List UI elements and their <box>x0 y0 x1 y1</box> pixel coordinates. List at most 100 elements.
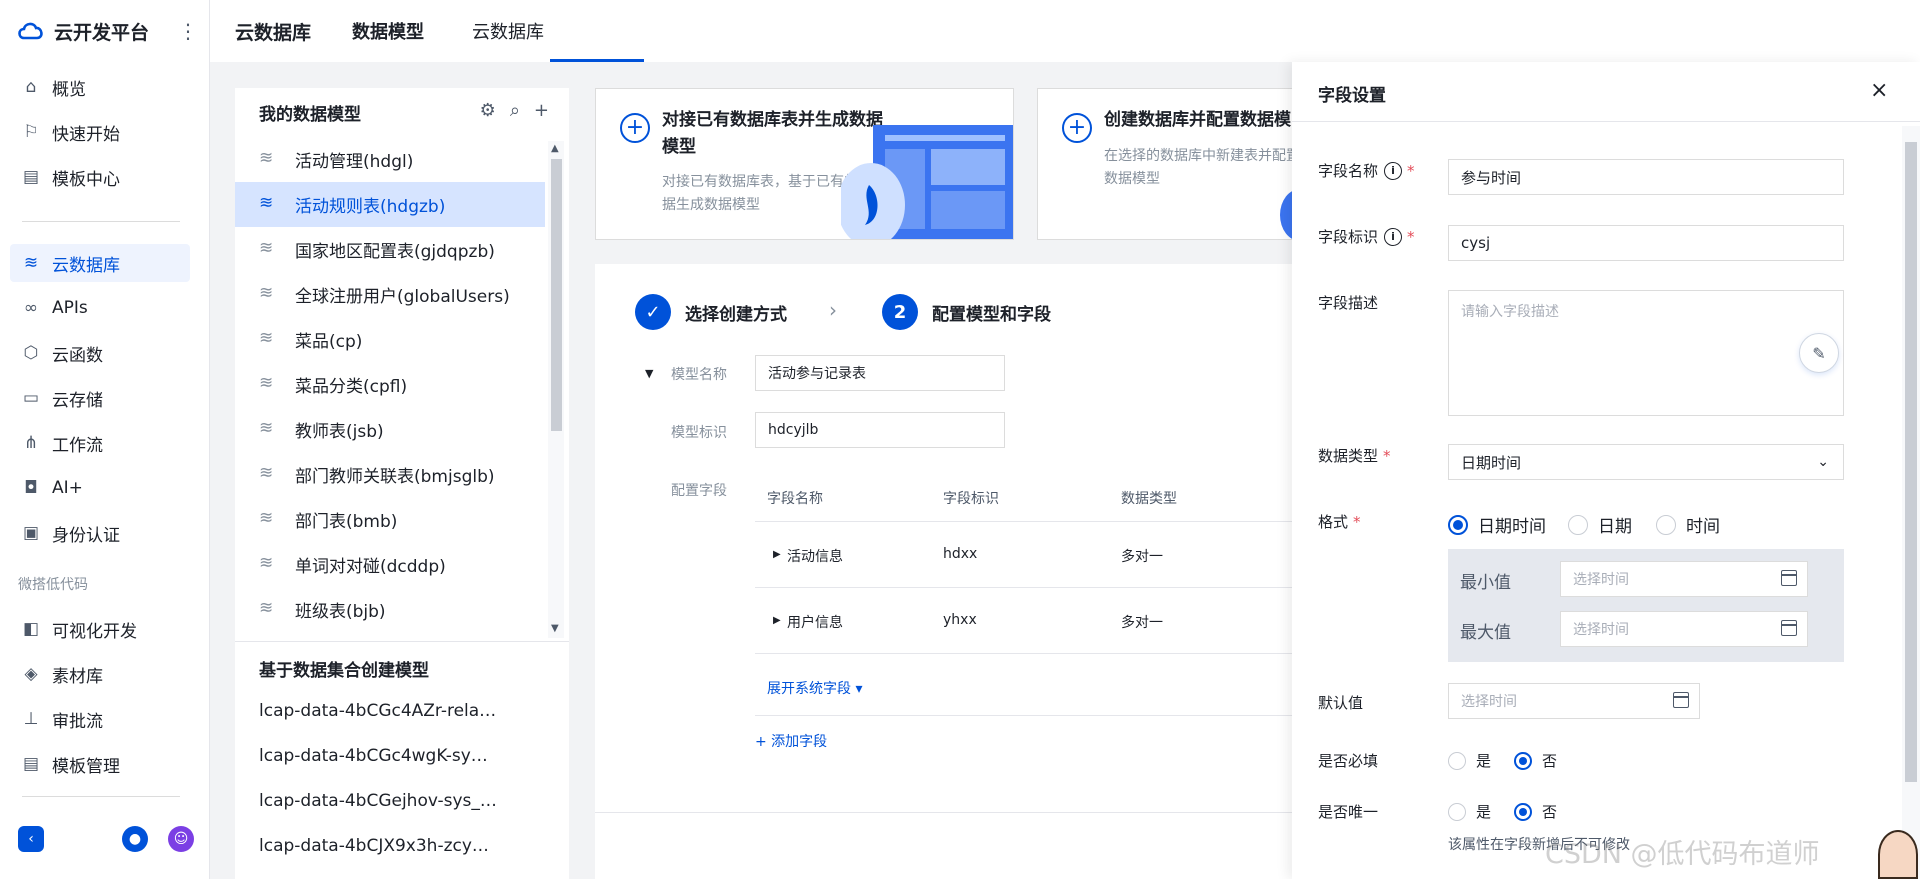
collapse-nav-icon[interactable]: ‹ <box>18 826 44 852</box>
database-icon: ≋ <box>259 417 274 438</box>
field-desc-textarea[interactable]: 请输入字段描述 ✎ <box>1448 290 1844 416</box>
caret-down-icon[interactable]: ▼ <box>645 367 653 380</box>
nav-item-quickstart[interactable]: ⚐ 快速开始 <box>10 113 190 151</box>
brand[interactable]: 云开发平台 <box>16 18 149 44</box>
column-header: 字段标识 <box>943 491 999 507</box>
model-id-input[interactable]: hdcyjlb <box>755 412 1005 448</box>
model-list-panel: 我的数据模型 ⚙ ⌕ + ≋ 活动管理(hdgl) ≋ 活动规则表(hdgzb) ≋… <box>235 88 569 879</box>
field-name-label: 字段名称 i * <box>1318 161 1415 180</box>
add-field-link[interactable]: + 添加字段 <box>755 731 827 751</box>
nav-item-assets[interactable]: ◈ 素材库 <box>10 655 190 693</box>
list-item[interactable]: ≋ 部门表(bmb) <box>235 497 545 542</box>
chevron-right-icon: › <box>829 298 837 322</box>
expand-row-icon[interactable]: ▶ <box>773 549 781 560</box>
info-icon[interactable]: i <box>1384 161 1403 180</box>
list-item[interactable]: ≋ 教师表(jsb) <box>235 407 545 452</box>
unique-radio-yes[interactable]: 是 <box>1448 801 1491 822</box>
expand-system-fields-link[interactable]: 展开系统字段 ▾ <box>767 678 862 698</box>
database-icon: ≋ <box>259 282 274 303</box>
nav-divider <box>22 221 180 222</box>
user-icon[interactable]: ● <box>122 826 148 852</box>
table-row[interactable]: ▶ 用户信息 yhxx 多对一 <box>755 588 1295 654</box>
fields-label: 配置字段 <box>671 483 727 499</box>
calendar-icon[interactable] <box>1673 692 1689 708</box>
nav-item-ai[interactable]: ◘ AI+ <box>10 469 190 507</box>
nav-item-database[interactable]: ≋ 云数据库 <box>10 244 190 282</box>
scroll-down-icon[interactable]: ▼ <box>551 623 559 634</box>
database-icon: ≋ <box>259 327 274 348</box>
min-time-input[interactable]: 选择时间 <box>1560 561 1808 597</box>
settings-icon[interactable]: ⚙ <box>480 100 496 121</box>
nav-item-approval[interactable]: ⊥ 审批流 <box>10 700 190 738</box>
scrollbar-thumb[interactable] <box>551 159 562 431</box>
list-item[interactable]: ≋ 全球注册用户(globalUsers) <box>235 272 545 317</box>
close-icon[interactable]: × <box>1870 78 1888 103</box>
list-item[interactable]: ≋ 国家地区配置表(gjdqpzb) <box>235 227 545 272</box>
nav-item-overview[interactable]: ⌂ 概览 <box>10 68 190 106</box>
list-item[interactable]: ≋ 活动管理(hdgl) <box>235 137 545 182</box>
step-2-number: 2 <box>882 294 918 330</box>
nav-item-workflow[interactable]: ⋔ 工作流 <box>10 424 190 462</box>
table-row[interactable]: ▶ 活动信息 hdxx 多对一 <box>755 522 1295 588</box>
magic-wand-icon[interactable]: ✎ <box>1799 333 1839 373</box>
check-icon: ✓ <box>635 294 671 330</box>
card-connect-existing[interactable]: + 对接已有数据库表并生成数据模型 对接已有数据库表，基于已有的数据生成数据模型 <box>595 88 1014 240</box>
calendar-icon[interactable] <box>1781 570 1797 586</box>
field-name-input[interactable]: 参与时间 <box>1448 159 1844 195</box>
drawer-scrollbar[interactable] <box>1902 126 1920 879</box>
list-item[interactable]: ≋ 菜品分类(cpfl) <box>235 362 545 407</box>
divider <box>235 641 569 642</box>
dataset-item[interactable]: lcap-data-4bCGejhov-sys_… <box>259 791 497 811</box>
max-time-input[interactable]: 选择时间 <box>1560 611 1808 647</box>
workflow-icon: ⋔ <box>23 433 39 453</box>
fields-table-header: 字段名称 字段标识 数据类型 <box>755 472 1295 522</box>
format-radio-date[interactable]: 日期 <box>1568 512 1632 537</box>
unique-radio-no[interactable]: 否 <box>1514 801 1557 822</box>
nav-item-apis[interactable]: ∞ APIs <box>10 289 190 327</box>
required-mark: * <box>1383 446 1391 465</box>
nav-item-templates[interactable]: ▤ 模板中心 <box>10 158 190 196</box>
id-card-icon: ▣ <box>22 523 40 543</box>
column-header: 数据类型 <box>1121 491 1177 507</box>
nav-item-functions[interactable]: ⬡ 云函数 <box>10 334 190 372</box>
model-list-scrollbar[interactable]: ▲ ▼ <box>548 141 564 638</box>
expand-row-icon[interactable]: ▶ <box>773 615 781 626</box>
required-label: 是否必填 <box>1318 752 1379 770</box>
dataset-item[interactable]: lcap-data-4bCGc4wgK-sy… <box>259 746 488 766</box>
more-icon[interactable]: ⋮ <box>178 19 198 43</box>
nav-item-auth[interactable]: ▣ 身份认证 <box>10 514 190 552</box>
dataset-item[interactable]: lcap-data-4bCGc4AZr-rela… <box>259 701 496 721</box>
add-icon[interactable]: + <box>534 100 549 121</box>
nav-item-storage[interactable]: ▭ 云存储 <box>10 379 190 417</box>
calendar-icon[interactable] <box>1781 620 1797 636</box>
dataset-item[interactable]: lcap-data-4bCJX9x3h-zcy… <box>259 836 489 856</box>
format-radio-time[interactable]: 时间 <box>1656 512 1720 537</box>
nav-section-lowcode: 微搭低代码 <box>18 577 88 593</box>
list-item[interactable]: ≋ 菜品(cp) <box>235 317 545 362</box>
brand-title: 云开发平台 <box>54 21 150 44</box>
nav-item-template-mgmt[interactable]: ▤ 模板管理 <box>10 745 190 783</box>
tab-clouddb[interactable]: 云数据库 <box>472 18 544 44</box>
card-create-database[interactable]: + 创建数据库并配置数据模 在选择的数据库中新建表并配置数据模型 <box>1037 88 1297 240</box>
model-name-input[interactable]: 活动参与记录表 <box>755 355 1005 391</box>
format-radio-datetime[interactable]: 日期时间 <box>1448 512 1546 537</box>
tab-data-model[interactable]: 数据模型 <box>352 18 424 44</box>
assistant-icon[interactable]: ☺ <box>168 826 194 852</box>
drawer-title: 字段设置 <box>1318 86 1386 106</box>
required-radio-yes[interactable]: 是 <box>1448 750 1491 771</box>
default-time-input[interactable]: 选择时间 <box>1448 683 1700 719</box>
search-icon[interactable]: ⌕ <box>510 100 520 121</box>
list-item[interactable]: ≋ 单词对对碰(dcddp) <box>235 542 545 587</box>
list-item[interactable]: ≋ 部门教师关联表(bmjsglb) <box>235 452 545 497</box>
tab-clouddb-title[interactable]: 云数据库 <box>235 18 311 45</box>
list-item[interactable]: ≋ 班级表(bjb) <box>235 587 545 632</box>
scrollbar-thumb[interactable] <box>1905 142 1917 782</box>
stamp-icon: ⊥ <box>23 709 39 729</box>
field-id-input[interactable]: cysj <box>1448 225 1844 261</box>
scroll-up-icon[interactable]: ▲ <box>551 143 559 154</box>
list-item-selected[interactable]: ≋ 活动规则表(hdgzb) <box>235 182 545 227</box>
required-radio-no[interactable]: 否 <box>1514 750 1557 771</box>
data-type-select[interactable]: 日期时间 ⌄ <box>1448 444 1844 480</box>
info-icon[interactable]: i <box>1384 227 1403 246</box>
nav-item-visual-dev[interactable]: ◧ 可视化开发 <box>10 610 190 648</box>
